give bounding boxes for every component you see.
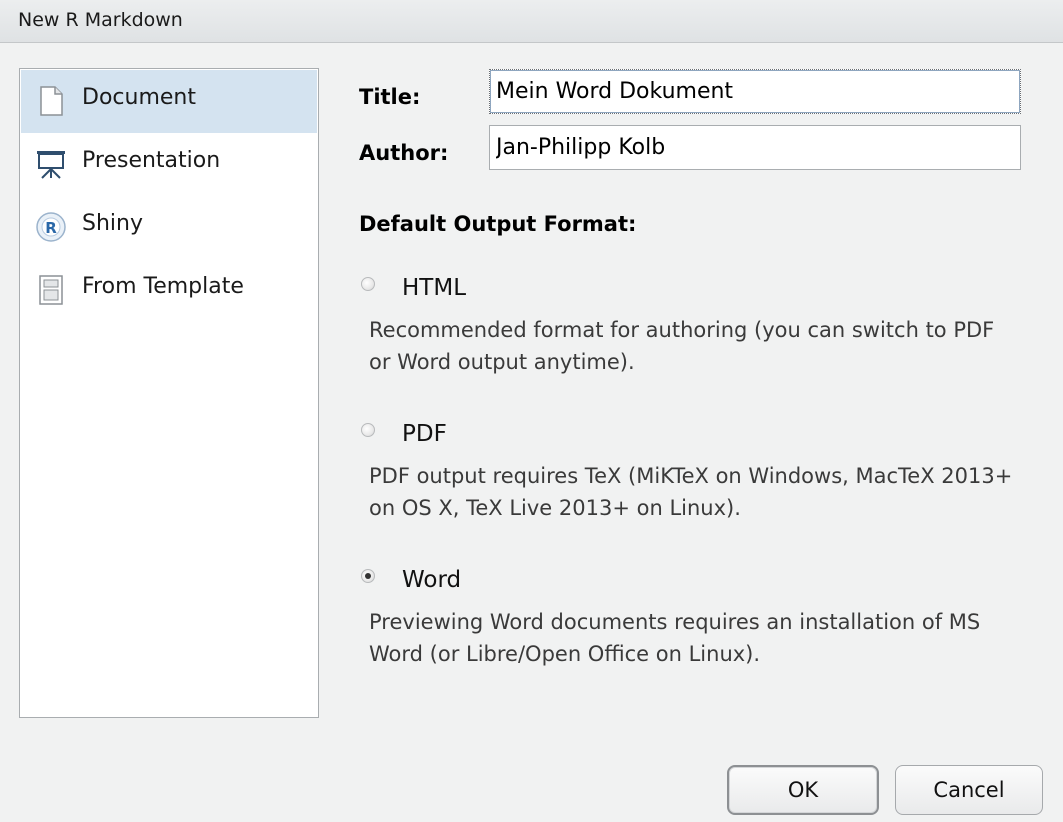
pdf-option-description: PDF output requires TeX (MiKTeX on Windo… (369, 464, 1013, 520)
sidebar-item-label: Shiny (82, 211, 143, 236)
window-title: New R Markdown (18, 9, 183, 31)
word-radio[interactable] (361, 569, 375, 583)
presentation-icon (35, 148, 67, 180)
new-r-markdown-dialog: New R Markdown Document Presentation R S… (0, 0, 1063, 822)
shiny-icon: R (35, 211, 67, 243)
output-format-heading: Default Output Format: (359, 212, 637, 236)
cancel-button[interactable]: Cancel (895, 765, 1043, 815)
sidebar-item-from-template[interactable]: From Template (21, 259, 317, 322)
sidebar-item-label: Presentation (82, 148, 221, 173)
html-radio[interactable] (361, 277, 375, 291)
document-icon (35, 85, 67, 117)
sidebar-item-presentation[interactable]: Presentation (21, 133, 317, 196)
sidebar-item-shiny[interactable]: R Shiny (21, 196, 317, 259)
html-option-description: Recommended format for authoring (you ca… (369, 318, 995, 374)
pdf-option-label[interactable]: PDF (402, 421, 447, 447)
word-option-description: Previewing Word documents requires an in… (369, 610, 981, 666)
template-icon (35, 274, 67, 306)
title-label: Title: (359, 85, 421, 109)
pdf-radio[interactable] (361, 423, 375, 437)
document-type-list: Document Presentation R Shiny From Templ… (19, 68, 319, 718)
word-option-label[interactable]: Word (402, 567, 461, 593)
html-option-label[interactable]: HTML (402, 275, 466, 301)
sidebar-item-document[interactable]: Document (21, 70, 317, 133)
author-input[interactable] (489, 125, 1021, 170)
sidebar-item-label: From Template (82, 274, 244, 299)
svg-text:R: R (45, 219, 57, 237)
author-label: Author: (359, 141, 449, 165)
ok-button[interactable]: OK (727, 765, 879, 815)
title-bar: New R Markdown (0, 0, 1063, 43)
sidebar-item-label: Document (82, 85, 196, 110)
title-input[interactable] (489, 69, 1021, 114)
